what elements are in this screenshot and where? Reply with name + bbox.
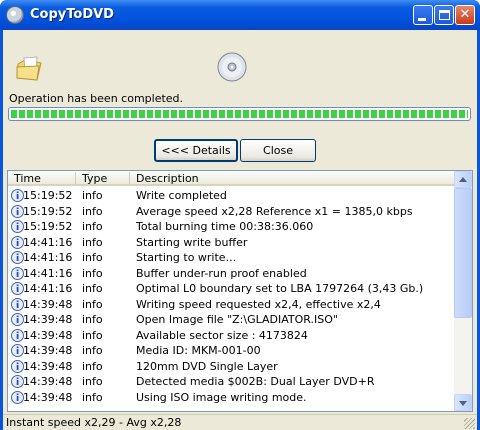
column-header-time[interactable]: Time <box>8 172 76 185</box>
log-type: info <box>82 204 103 218</box>
log-description: Open Image file "Z:\GLADIATOR.ISO" <box>136 313 338 326</box>
close-button[interactable]: Close <box>240 139 316 162</box>
close-icon: ✕ <box>459 7 471 22</box>
log-row[interactable]: 14:41:16 info Starting to write... <box>8 250 454 266</box>
log-time: 14:39:48 <box>23 390 73 404</box>
log-type: info <box>82 297 103 311</box>
log-row[interactable]: 14:41:16 info Buffer under-run proof enabl… <box>8 266 454 282</box>
log-type: info <box>82 189 103 202</box>
log-description: Buffer under-run proof enabled <box>136 266 307 280</box>
log-description: 120mm DVD Single Layer <box>136 359 278 373</box>
scroll-thumb[interactable] <box>454 188 472 318</box>
log-description: Starting write buffer <box>136 235 248 249</box>
log-type: info <box>82 235 103 249</box>
log-type: info <box>82 344 103 357</box>
log-time: 14:39:48 <box>23 328 73 342</box>
log-type: info <box>82 220 103 233</box>
log-description: Detected media $002B: Dual Layer DVD+R <box>136 375 375 388</box>
log-row[interactable]: 15:19:52 info Write completed <box>8 188 454 204</box>
log-time: 15:19:52 <box>23 204 73 218</box>
close-window-button[interactable]: ✕ <box>455 5 475 25</box>
log-type: info <box>82 266 103 280</box>
log-description: Media ID: MKM-001-00 <box>136 344 261 357</box>
log-time: 14:41:16 <box>23 235 73 249</box>
status-message: Operation has been completed. <box>9 92 184 105</box>
scroll-up-button[interactable] <box>454 171 472 188</box>
dialog-body: Operation has been completed. <<< Detail… <box>3 30 477 430</box>
log-type: info <box>82 390 103 404</box>
log-row[interactable]: 14:39:48 info 120mm DVD Single Layer <box>8 359 454 375</box>
progress-bar <box>8 107 471 121</box>
log-description: Starting to write... <box>136 251 237 264</box>
cd-disc-icon <box>217 52 247 82</box>
resize-grip[interactable] <box>464 418 475 429</box>
log-row[interactable]: 15:19:52 info Total burning time 00:38:36.… <box>8 219 454 235</box>
log-list[interactable]: Time Type Description 15:19:52 info Write … <box>7 170 473 412</box>
maximize-icon <box>439 10 450 20</box>
arrow-down-icon <box>459 401 467 406</box>
log-row[interactable]: 14:41:16 info Starting write buffer <box>8 235 454 251</box>
log-type: info <box>82 328 103 342</box>
status-bar: Instant speed x2,29 - Avg x2,28 <box>3 414 477 430</box>
log-row[interactable]: 14:39:48 info Available sector size : 4173… <box>8 328 454 344</box>
log-description: Using ISO image writing mode. <box>136 390 307 404</box>
title-bar[interactable]: CopyToDVD ✕ <box>0 0 480 30</box>
column-header-type[interactable]: Type <box>76 172 130 185</box>
log-row[interactable]: 14:39:48 info Media ID: MKM-001-00 <box>8 343 454 359</box>
log-row[interactable]: 14:39:48 info Open Image file "Z:\GLADIATO… <box>8 312 454 328</box>
disc-app-icon[interactable] <box>6 6 24 24</box>
log-time: 14:39:48 <box>23 297 73 311</box>
log-row[interactable]: 14:39:48 info Writing speed requested x2,4… <box>8 297 454 313</box>
log-time: 14:39:48 <box>23 375 73 388</box>
log-time: 15:19:52 <box>23 189 73 202</box>
log-time: 14:39:48 <box>23 313 73 326</box>
log-rows: 15:19:52 info Write completed 15:19:52 info A… <box>8 188 454 405</box>
log-time: 14:41:16 <box>23 251 73 264</box>
log-type: info <box>82 375 103 388</box>
scroll-down-button[interactable] <box>454 394 472 411</box>
log-row[interactable]: 14:39:48 info Detected media $002B: Dual L… <box>8 374 454 390</box>
log-type: info <box>82 359 103 373</box>
arrow-up-icon <box>459 177 467 182</box>
folder-icon <box>16 56 42 81</box>
log-description: Writing speed requested x2,4, effective … <box>136 297 381 311</box>
log-row[interactable]: 14:39:48 info Using ISO image writing mode… <box>8 390 454 406</box>
log-type: info <box>82 313 103 326</box>
log-type: info <box>82 251 103 264</box>
log-row[interactable]: 14:41:16 info Optimal L0 boundary set to L… <box>8 281 454 297</box>
details-button[interactable]: <<< Details <box>154 139 238 162</box>
window-title: CopyToDVD <box>30 7 114 22</box>
log-time: 14:39:48 <box>23 359 73 373</box>
log-time: 14:41:16 <box>23 266 73 280</box>
column-header-description[interactable]: Description <box>130 172 454 185</box>
log-time: 15:19:52 <box>23 220 73 233</box>
vertical-scrollbar[interactable] <box>454 171 472 411</box>
log-time: 14:41:16 <box>23 282 73 295</box>
log-description: Available sector size : 4173824 <box>136 328 308 342</box>
status-bar-text: Instant speed x2,29 - Avg x2,28 <box>6 416 182 429</box>
minimize-icon <box>418 18 426 21</box>
progress-fill <box>11 110 468 118</box>
log-time: 14:39:48 <box>23 344 73 357</box>
log-type: info <box>82 282 103 295</box>
minimize-button[interactable] <box>413 5 433 25</box>
log-description: Optimal L0 boundary set to LBA 1797264 (… <box>136 282 424 295</box>
log-description: Total burning time 00:38:36.060 <box>136 220 314 233</box>
app-window: CopyToDVD ✕ Operation has been completed… <box>0 0 480 430</box>
log-row[interactable]: 15:19:52 info Average speed x2,28 Referenc… <box>8 204 454 220</box>
log-description: Write completed <box>136 189 227 202</box>
maximize-button[interactable] <box>434 5 454 25</box>
log-description: Average speed x2,28 Reference x1 = 1385,… <box>136 204 413 218</box>
log-header: Time Type Description <box>8 171 454 186</box>
